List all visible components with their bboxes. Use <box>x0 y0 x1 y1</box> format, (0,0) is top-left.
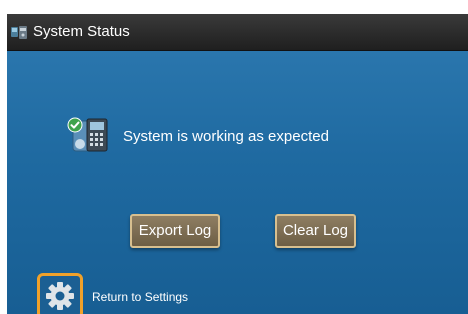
window-title: System Status <box>33 23 130 40</box>
system-status-window: System Status System is working as expec… <box>7 14 468 314</box>
settings-label: Return to Settings <box>92 290 189 304</box>
gear-icon <box>46 282 74 310</box>
return-to-settings-button[interactable]: Return to Settings <box>37 273 237 314</box>
settings-button-frame[interactable] <box>37 273 83 314</box>
export-log-button[interactable]: Export Log <box>130 214 220 248</box>
status-monitor-icon <box>11 26 27 39</box>
clear-log-button[interactable]: Clear Log <box>275 214 356 248</box>
title-bar: System Status <box>7 14 468 51</box>
status-panel: System is working as expected Export Log… <box>7 51 468 314</box>
status-message: System is working as expected <box>123 128 329 145</box>
device-ok-icon <box>67 117 108 152</box>
